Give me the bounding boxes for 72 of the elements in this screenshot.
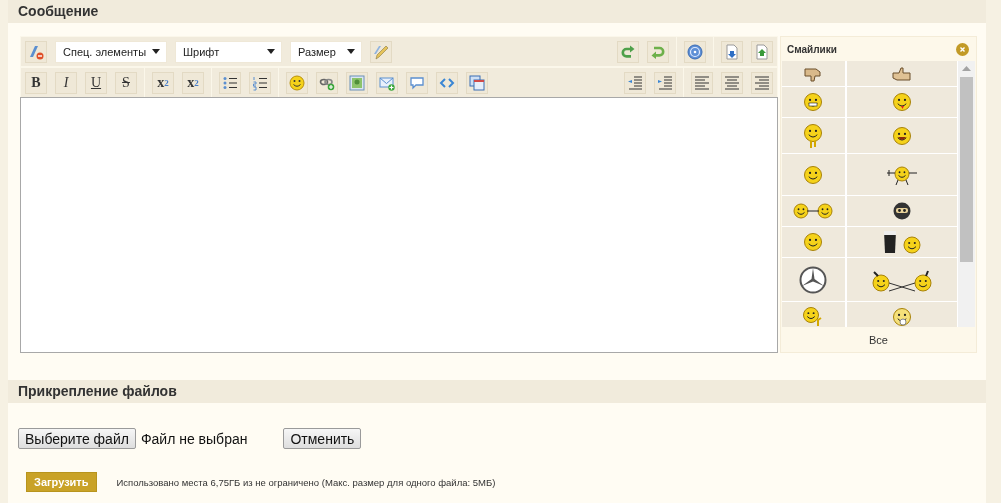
mail-icon (379, 74, 395, 91)
smiley-button[interactable] (286, 71, 308, 94)
close-button[interactable] (956, 42, 969, 56)
align-left-button[interactable] (691, 71, 713, 94)
mail-button[interactable] (376, 71, 398, 94)
section-title: Прикрепление файлов (8, 380, 986, 403)
outdent-button[interactable] (624, 71, 646, 94)
bullet-list-button[interactable] (219, 71, 241, 94)
clear-format-icon (28, 43, 44, 60)
speech-bubble-icon (409, 74, 425, 91)
numbered-list-button[interactable] (249, 71, 271, 94)
align-left-icon (694, 74, 710, 91)
cancel-button[interactable]: Отменить (283, 428, 362, 449)
smiley-icon (289, 74, 305, 91)
outdent-icon (627, 74, 643, 91)
grin-smiley-icon (803, 92, 824, 112)
scrollbar[interactable] (958, 61, 975, 327)
caret-icon (267, 49, 275, 54)
download-button[interactable] (721, 40, 743, 63)
link-button[interactable] (316, 71, 338, 94)
windows-icon (469, 74, 485, 91)
numbered-list-icon (252, 74, 268, 91)
help-icon (687, 43, 703, 60)
undo-button[interactable] (647, 40, 669, 63)
windows-button[interactable] (466, 71, 488, 94)
caret-icon (152, 49, 160, 54)
indent-icon (657, 74, 673, 91)
panel-title: Смайлики (787, 43, 837, 55)
upload-icon (754, 43, 770, 60)
bullet-list-icon (222, 74, 238, 91)
smiley-icon (803, 164, 824, 185)
strikethrough-button[interactable]: S (115, 71, 137, 94)
upload-button[interactable] (751, 40, 773, 63)
image-button[interactable] (346, 71, 368, 94)
thumbs-down-icon (803, 65, 824, 82)
align-right-icon (754, 74, 770, 91)
align-center-button[interactable] (721, 71, 743, 94)
speech-bubble-button[interactable] (406, 71, 428, 94)
pencil-button[interactable] (370, 40, 392, 63)
bold-button[interactable]: B (25, 71, 47, 94)
two-smileys-icon (793, 202, 834, 220)
image-icon (349, 74, 365, 91)
redo-icon (620, 43, 636, 60)
dropdown[interactable]: Размер (290, 40, 362, 63)
message-field[interactable] (20, 97, 778, 353)
choose-file-button[interactable]: Выберите файл (18, 428, 136, 449)
section-title: Сообщение (8, 0, 986, 23)
usage-note: Использовано места 6,75ГБ из не ограничено (Макс. размер для одного файла: 5МБ) (116, 476, 496, 488)
align-right-button[interactable] (751, 71, 773, 94)
scroll-up-icon (962, 66, 971, 71)
tongue-smiley-icon (891, 92, 912, 112)
italic-button[interactable]: I (55, 71, 77, 94)
ninja-smiley-icon (891, 201, 912, 221)
smiley-icon (803, 232, 824, 252)
redo-button[interactable] (617, 40, 639, 63)
dropdown[interactable]: Шрифт (175, 40, 282, 63)
indent-button[interactable] (654, 71, 676, 94)
align-center-icon (724, 74, 740, 91)
download-icon (724, 43, 740, 60)
beer-smiley-icon (881, 229, 922, 255)
thumbs-up-icon (890, 65, 913, 82)
caret-icon (347, 49, 355, 54)
pencil-icon (373, 43, 389, 60)
dancing-smiley-icon (884, 163, 919, 186)
close-icon (956, 42, 969, 56)
clear-format-button[interactable] (25, 40, 47, 63)
underline-button[interactable]: U (85, 71, 107, 94)
help-button[interactable] (684, 40, 706, 63)
file-status: Файл не выбран (140, 430, 248, 447)
dropdown[interactable]: Спец. элементы (55, 40, 167, 63)
code-button[interactable] (436, 71, 458, 94)
smiley-icon (891, 306, 912, 327)
